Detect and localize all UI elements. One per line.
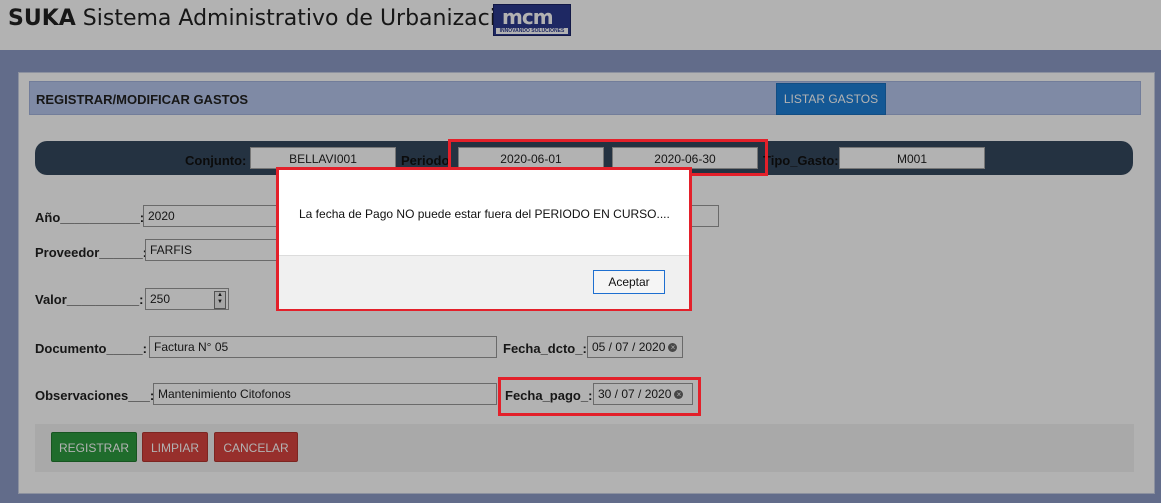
dialog-footer: Aceptar [279,255,689,309]
alert-dialog: La fecha de Pago NO puede estar fuera de… [276,167,692,311]
fecha-pago-highlight [498,377,701,416]
accept-button[interactable]: Aceptar [593,270,665,294]
alert-message: La fecha de Pago NO puede estar fuera de… [299,207,670,221]
